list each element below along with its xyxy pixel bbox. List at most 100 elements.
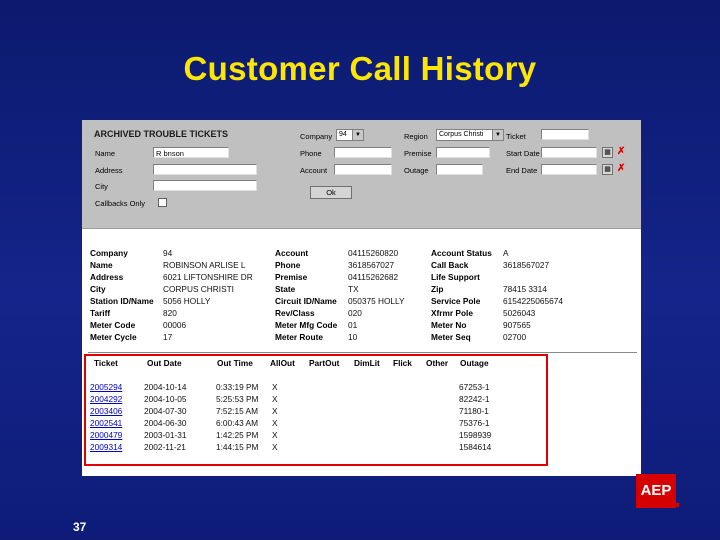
column-header[interactable]: Out Date xyxy=(147,358,182,368)
column-header[interactable]: Other xyxy=(426,358,448,368)
ticket-link[interactable]: 2009314 xyxy=(90,442,122,452)
address-input[interactable] xyxy=(153,164,257,175)
details-value: 17 xyxy=(163,332,173,342)
premise-input[interactable] xyxy=(436,147,490,158)
premise-label: Premise xyxy=(404,149,432,158)
region-select[interactable]: Corpus Christi ▼ xyxy=(436,129,504,141)
details-label: Station ID/Name xyxy=(90,296,154,306)
details-label: Meter Seq xyxy=(431,332,471,342)
column-header[interactable]: Outage xyxy=(460,358,489,368)
phone-label: Phone xyxy=(300,149,322,158)
city-label: City xyxy=(95,182,108,191)
outage-cell: 75376-1 xyxy=(459,418,490,428)
details-label: Account Status xyxy=(431,248,492,258)
out-time-cell: 1:42:25 PM xyxy=(216,430,259,440)
slide-title: Customer Call History xyxy=(183,50,537,87)
details-value: 020 xyxy=(348,308,362,318)
details-value: 5056 HOLLY xyxy=(163,296,211,306)
search-form: ARCHIVED TROUBLE TICKETS Name R bnson Ad… xyxy=(82,120,641,229)
details-label: Life Support xyxy=(431,272,480,282)
out-date-cell: 2004-07-30 xyxy=(144,406,187,416)
allout-cell: X xyxy=(272,442,278,452)
callbacks-only-checkbox[interactable] xyxy=(158,198,167,207)
details-value: 01 xyxy=(348,320,358,330)
ticket-link[interactable]: 2005294 xyxy=(90,382,122,392)
allout-cell: X xyxy=(272,418,278,428)
details-label: Call Back xyxy=(431,260,469,270)
allout-cell: X xyxy=(272,394,278,404)
outage-input[interactable] xyxy=(436,164,483,175)
ticket-input[interactable] xyxy=(541,129,589,140)
end-date-input[interactable] xyxy=(541,164,597,175)
details-label: Xfrmr Pole xyxy=(431,308,473,318)
out-date-cell: 2004-10-05 xyxy=(144,394,187,404)
clear-x-icon[interactable]: ✗ xyxy=(617,164,625,174)
column-header[interactable]: DimLit xyxy=(354,358,380,368)
column-header[interactable]: Out Time xyxy=(217,358,253,368)
details-label: Premise xyxy=(275,272,308,282)
out-date-cell: 2004-10-14 xyxy=(144,382,187,392)
details-value: CORPUS CHRISTI xyxy=(163,284,234,294)
region-label: Region xyxy=(404,132,428,141)
details-label: Meter Mfg Code xyxy=(275,320,338,330)
details-value: 050375 HOLLY xyxy=(348,296,405,306)
details-value: 02700 xyxy=(503,332,527,342)
details-value: 3618567027 xyxy=(503,260,550,270)
start-date-label: Start Date xyxy=(506,149,540,158)
phone-input[interactable] xyxy=(334,147,392,158)
details-value: 04115260820 xyxy=(348,248,399,258)
outage-cell: 67253-1 xyxy=(459,382,490,392)
account-input[interactable] xyxy=(334,164,392,175)
address-label: Address xyxy=(95,166,123,175)
ticket-link[interactable]: 2003406 xyxy=(90,406,122,416)
details-label: State xyxy=(275,284,296,294)
start-date-input[interactable] xyxy=(541,147,597,158)
end-date-label: End Date xyxy=(506,166,538,175)
ok-button[interactable]: Ok xyxy=(310,186,352,199)
ticket-label: Ticket xyxy=(506,132,526,141)
details-label: City xyxy=(90,284,106,294)
calendar-icon[interactable]: ▦ xyxy=(602,147,613,158)
ticket-link[interactable]: 2000479 xyxy=(90,430,122,440)
out-date-cell: 2002-11-21 xyxy=(144,442,186,452)
out-time-cell: 5:25:53 PM xyxy=(216,394,259,404)
outage-cell: 71180-1 xyxy=(459,406,489,416)
outage-cell: 1584614 xyxy=(459,442,492,452)
callbacks-only-label: Callbacks Only xyxy=(95,199,146,208)
details-label: Meter No xyxy=(431,320,467,330)
allout-cell: X xyxy=(272,406,278,416)
out-time-cell: 1:44:15 PM xyxy=(216,442,259,452)
details-value: 907565 xyxy=(503,320,531,330)
name-label: Name xyxy=(95,149,116,158)
details-label: Meter Route xyxy=(275,332,323,342)
out-time-cell: 7:52:15 AM xyxy=(216,406,258,416)
section-divider xyxy=(88,352,637,353)
out-date-cell: 2004-06-30 xyxy=(144,418,187,428)
out-time-cell: 0:33:19 PM xyxy=(216,382,259,392)
page-number: 37 xyxy=(73,520,87,534)
logo-text: AEP xyxy=(640,482,672,499)
column-header[interactable]: Ticket xyxy=(94,358,118,368)
app-window: ARCHIVED TROUBLE TICKETS Name R bnson Ad… xyxy=(82,120,641,476)
details-value: TX xyxy=(348,284,359,294)
ticket-link[interactable]: 2002541 xyxy=(90,418,122,428)
company-select[interactable]: 94 ▼ xyxy=(336,129,364,141)
out-date-cell: 2003-01-31 xyxy=(144,430,187,440)
region-selected-value: Corpus Christi xyxy=(439,131,484,138)
name-input[interactable]: R bnson xyxy=(153,147,229,158)
city-input[interactable] xyxy=(153,180,257,191)
details-label: Tariff xyxy=(90,308,111,318)
column-header[interactable]: AllOut xyxy=(270,358,295,368)
aep-logo: AEP xyxy=(636,474,679,508)
column-header[interactable]: Flick xyxy=(393,358,412,368)
ticket-link[interactable]: 2004292 xyxy=(90,394,122,404)
details-label: Zip xyxy=(431,284,444,294)
calendar-icon[interactable]: ▦ xyxy=(602,164,613,175)
clear-x-icon[interactable]: ✗ xyxy=(617,147,625,157)
allout-cell: X xyxy=(272,382,278,392)
account-label: Account xyxy=(300,166,328,175)
column-header[interactable]: PartOut xyxy=(309,358,339,368)
details-value: 10 xyxy=(348,332,358,342)
company-label: Company xyxy=(300,132,333,141)
form-title: ARCHIVED TROUBLE TICKETS xyxy=(94,129,229,139)
